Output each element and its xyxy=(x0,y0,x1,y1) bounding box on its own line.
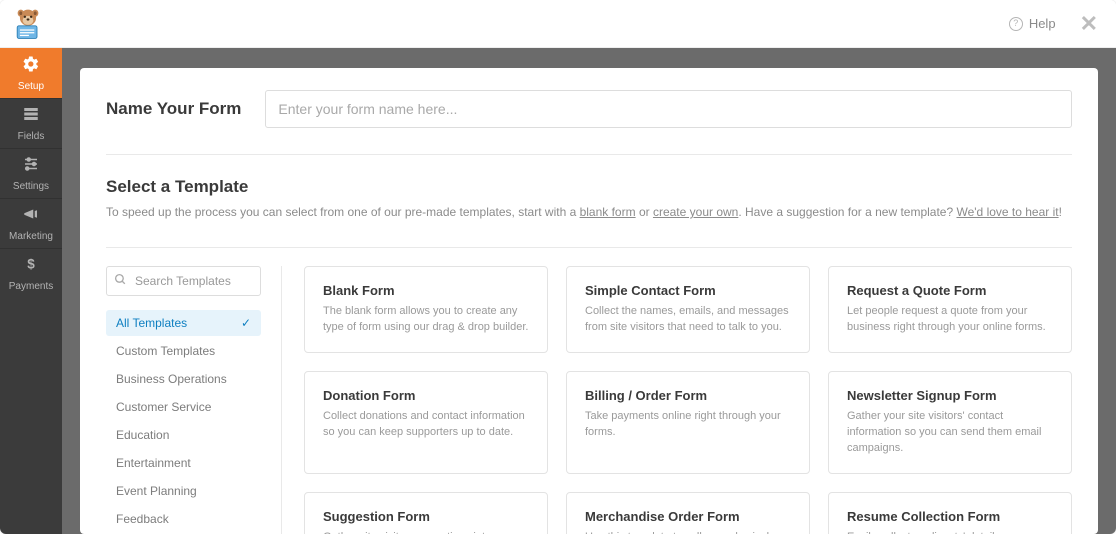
setup-icon xyxy=(22,55,40,77)
setup-panel: Name Your Form Select a Template To spee… xyxy=(80,68,1098,534)
category-item[interactable]: Education xyxy=(106,422,261,448)
template-title: Simple Contact Form xyxy=(585,283,791,298)
create-own-link[interactable]: create your own xyxy=(653,205,738,219)
sidebar-item-label: Setup xyxy=(18,81,44,92)
blank-form-link[interactable]: blank form xyxy=(580,205,636,219)
template-title: Suggestion Form xyxy=(323,509,529,524)
template-title: Donation Form xyxy=(323,388,529,403)
search-templates-input[interactable] xyxy=(106,266,261,296)
select-template-heading: Select a Template xyxy=(106,177,1072,197)
template-card[interactable]: Merchandise Order Form Use this template … xyxy=(566,492,810,534)
help-icon: ? xyxy=(1009,17,1023,31)
template-desc: Take payments online right through your … xyxy=(585,409,791,441)
category-item[interactable]: Business Operations xyxy=(106,366,261,392)
fields-icon xyxy=(22,105,40,127)
template-grid: Blank Form The blank form allows you to c… xyxy=(304,266,1072,534)
help-link[interactable]: ? Help xyxy=(1009,16,1056,31)
app-logo xyxy=(10,6,46,42)
template-card[interactable]: Resume Collection Form Easily collect app… xyxy=(828,492,1072,534)
template-desc: The blank form allows you to create any … xyxy=(323,304,529,336)
template-title: Newsletter Signup Form xyxy=(847,388,1053,403)
template-title: Resume Collection Form xyxy=(847,509,1053,524)
template-desc: Easily collect applicants' details, resu… xyxy=(847,530,1053,534)
template-desc: Let people request a quote from your bus… xyxy=(847,304,1053,336)
category-item[interactable]: Feedback xyxy=(106,506,261,532)
sidebar-item-fields[interactable]: Fields xyxy=(0,98,62,148)
template-desc: Use this template to sell your physical … xyxy=(585,530,791,534)
hear-it-link[interactable]: We'd love to hear it xyxy=(956,205,1058,219)
template-desc: Collect donations and contact informatio… xyxy=(323,409,529,441)
template-desc: Collect the names, emails, and messages … xyxy=(585,304,791,336)
close-button[interactable]: ✕ xyxy=(1074,9,1104,39)
marketing-icon xyxy=(22,205,40,227)
top-bar: ? Help ✕ xyxy=(0,0,1116,48)
template-title: Blank Form xyxy=(323,283,529,298)
template-card[interactable]: Request a Quote Form Let people request a… xyxy=(828,266,1072,353)
sidebar-item-payments[interactable]: $ Payments xyxy=(0,248,62,298)
category-list: All Templates✓Custom TemplatesBusiness O… xyxy=(106,310,261,534)
sidebar-item-settings[interactable]: Settings xyxy=(0,148,62,198)
template-card[interactable]: Blank Form The blank form allows you to c… xyxy=(304,266,548,353)
sidebar-item-label: Marketing xyxy=(9,231,53,242)
template-desc: Gather site visitor suggestions into one… xyxy=(323,530,529,534)
payments-icon: $ xyxy=(22,255,40,277)
category-item[interactable]: All Templates✓ xyxy=(106,310,261,336)
sidebar-item-label: Payments xyxy=(9,281,53,292)
category-item[interactable]: Custom Templates xyxy=(106,338,261,364)
template-title: Merchandise Order Form xyxy=(585,509,791,524)
template-title: Request a Quote Form xyxy=(847,283,1053,298)
sidebar: Setup Fields Settings Marketing $ Payments xyxy=(0,48,62,534)
sidebar-item-marketing[interactable]: Marketing xyxy=(0,198,62,248)
help-label: Help xyxy=(1029,16,1056,31)
search-icon xyxy=(114,273,127,289)
sidebar-item-label: Fields xyxy=(18,131,45,142)
template-card[interactable]: Newsletter Signup Form Gather your site v… xyxy=(828,371,1072,474)
template-card[interactable]: Suggestion Form Gather site visitor sugge… xyxy=(304,492,548,534)
template-desc: Gather your site visitors' contact infor… xyxy=(847,409,1053,457)
sidebar-item-label: Settings xyxy=(13,181,49,192)
category-item[interactable]: Event Planning xyxy=(106,478,261,504)
template-card[interactable]: Simple Contact Form Collect the names, em… xyxy=(566,266,810,353)
check-icon: ✓ xyxy=(241,316,251,330)
category-item[interactable]: Customer Service xyxy=(106,394,261,420)
template-card[interactable]: Billing / Order Form Take payments online… xyxy=(566,371,810,474)
select-template-intro: To speed up the process you can select f… xyxy=(106,203,1072,221)
sidebar-item-setup[interactable]: Setup xyxy=(0,48,62,98)
template-card[interactable]: Donation Form Collect donations and conta… xyxy=(304,371,548,474)
form-name-input[interactable] xyxy=(265,90,1072,128)
category-item[interactable]: Entertainment xyxy=(106,450,261,476)
svg-text:$: $ xyxy=(27,257,35,272)
template-title: Billing / Order Form xyxy=(585,388,791,403)
settings-icon xyxy=(22,155,40,177)
name-form-label: Name Your Form xyxy=(106,99,241,119)
